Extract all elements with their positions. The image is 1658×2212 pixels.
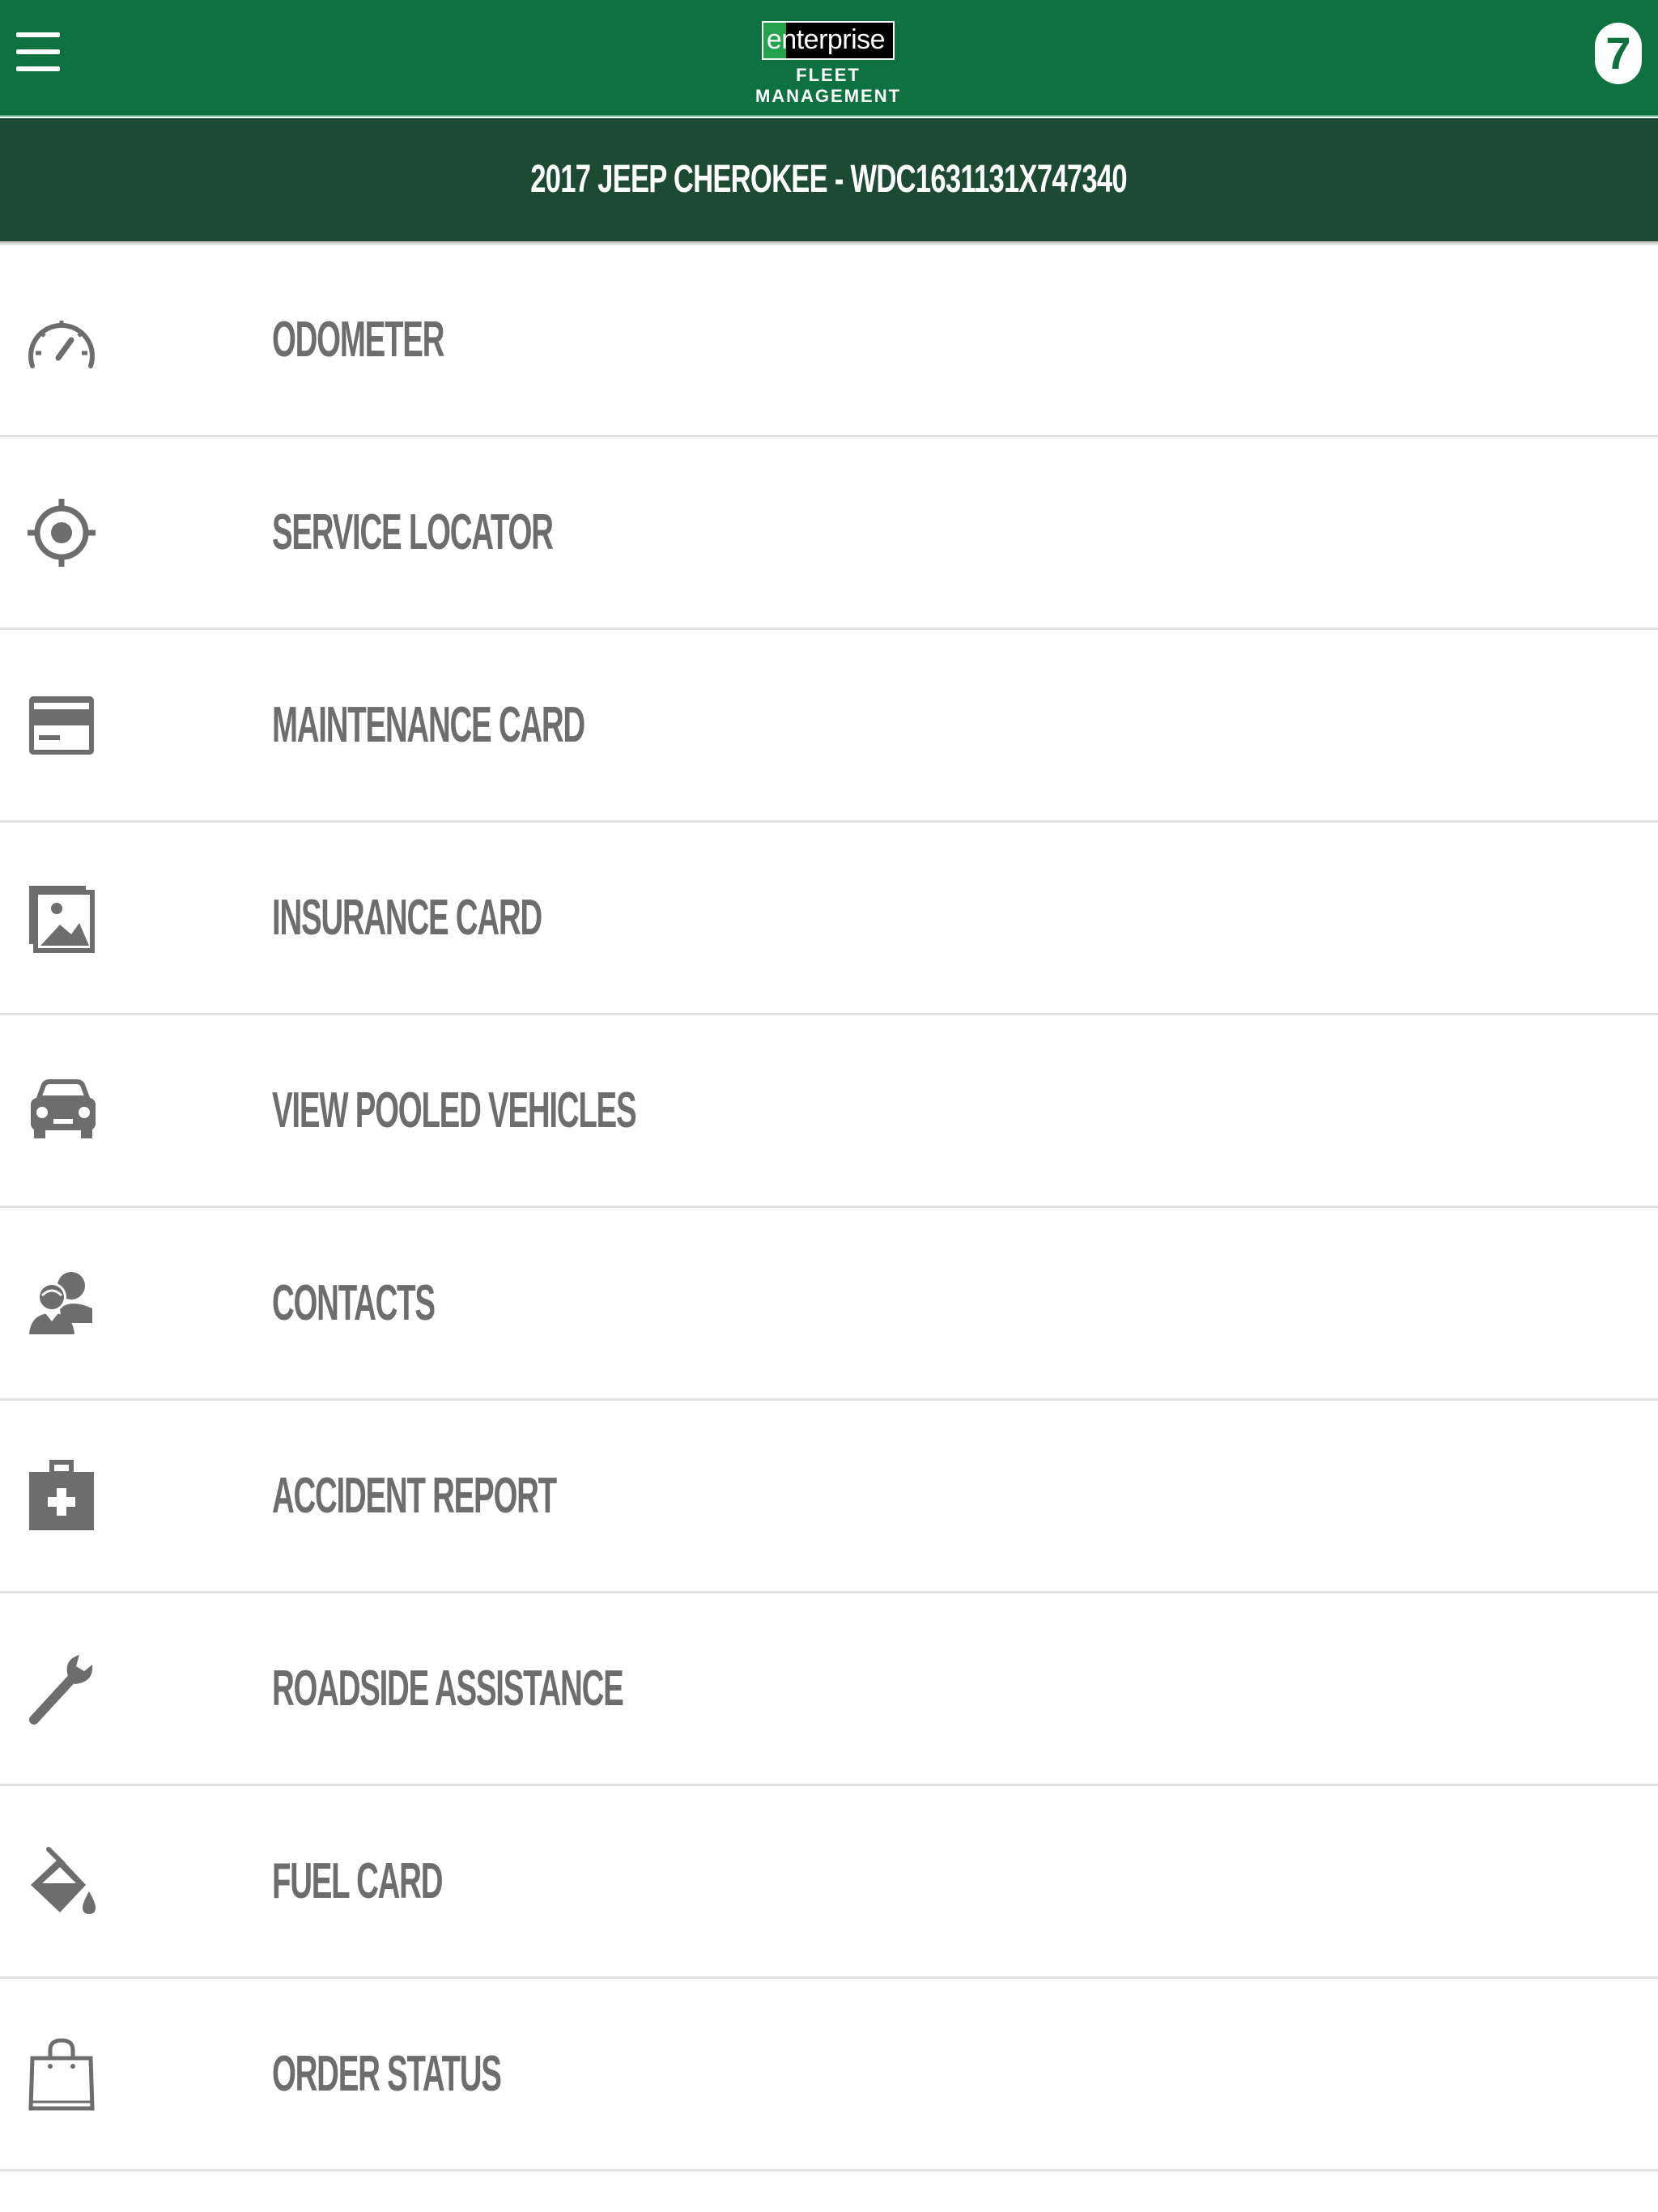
menu-item-label: ORDER STATUS xyxy=(272,2046,502,2102)
menu-item-maintenance-card[interactable]: MAINTENANCE CARD xyxy=(0,630,1658,823)
menu-item-label: ACCIDENT REPORT xyxy=(272,1468,557,1524)
hamburger-menu-icon[interactable] xyxy=(16,32,60,78)
wrench-icon xyxy=(28,1652,96,1726)
credit-card-icon xyxy=(28,688,96,763)
contacts-icon xyxy=(28,1266,96,1341)
menu-item-label: VIEW POOLED VEHICLES xyxy=(272,1083,637,1138)
menu-item-fuel-card[interactable]: FUEL CARD xyxy=(0,1786,1658,1979)
menu-item-label: SERVICE LOCATOR xyxy=(272,504,554,560)
menu-item-label: FUEL CARD xyxy=(272,1853,443,1909)
menu-item-roadside-assistance[interactable]: ROADSIDE ASSISTANCE xyxy=(0,1593,1658,1786)
logo-subtext: FLEET MANAGEMENT xyxy=(755,65,902,106)
menu-item-label: MAINTENANCE CARD xyxy=(272,697,585,753)
notification-badge[interactable]: 7 xyxy=(1595,23,1642,84)
menu-item-insurance-card[interactable]: INSURANCE CARD xyxy=(0,823,1658,1015)
menu-item-label: INSURANCE CARD xyxy=(272,890,542,946)
menu-item-label: CONTACTS xyxy=(272,1275,436,1331)
menu-item-label: ODOMETER xyxy=(272,312,444,368)
menu-item-odometer[interactable]: ODOMETER xyxy=(0,245,1658,437)
speedometer-icon xyxy=(28,303,96,377)
shopping-bag-icon xyxy=(28,2037,96,2112)
location-target-icon xyxy=(28,496,96,570)
vehicle-title: 2017 JEEP CHEROKEE - WDC1631131X747340 xyxy=(530,158,1128,201)
menu-item-accident-report[interactable]: ACCIDENT REPORT xyxy=(0,1401,1658,1593)
car-icon xyxy=(28,1074,96,1148)
fuel-bucket-icon xyxy=(28,1844,96,1919)
image-card-icon xyxy=(28,881,96,955)
logo-wordmark: enterprise xyxy=(761,21,895,60)
app-header: enterprise FLEET MANAGEMENT 7 xyxy=(0,0,1658,117)
enterprise-logo: enterprise FLEET MANAGEMENT xyxy=(729,21,928,106)
first-aid-kit-icon xyxy=(28,1459,96,1534)
menu-item-view-pooled-vehicles[interactable]: VIEW POOLED VEHICLES xyxy=(0,1015,1658,1208)
vehicle-title-bar: 2017 JEEP CHEROKEE - WDC1631131X747340 xyxy=(0,118,1658,241)
menu-item-label: ROADSIDE ASSISTANCE xyxy=(272,1661,624,1716)
menu-item-service-locator[interactable]: SERVICE LOCATOR xyxy=(0,437,1658,630)
vehicle-menu-list: ODOMETER SERVICE LOCATOR MAINTENANCE CAR… xyxy=(0,245,1658,2172)
menu-item-order-status[interactable]: ORDER STATUS xyxy=(0,1979,1658,2172)
menu-item-contacts[interactable]: CONTACTS xyxy=(0,1208,1658,1401)
